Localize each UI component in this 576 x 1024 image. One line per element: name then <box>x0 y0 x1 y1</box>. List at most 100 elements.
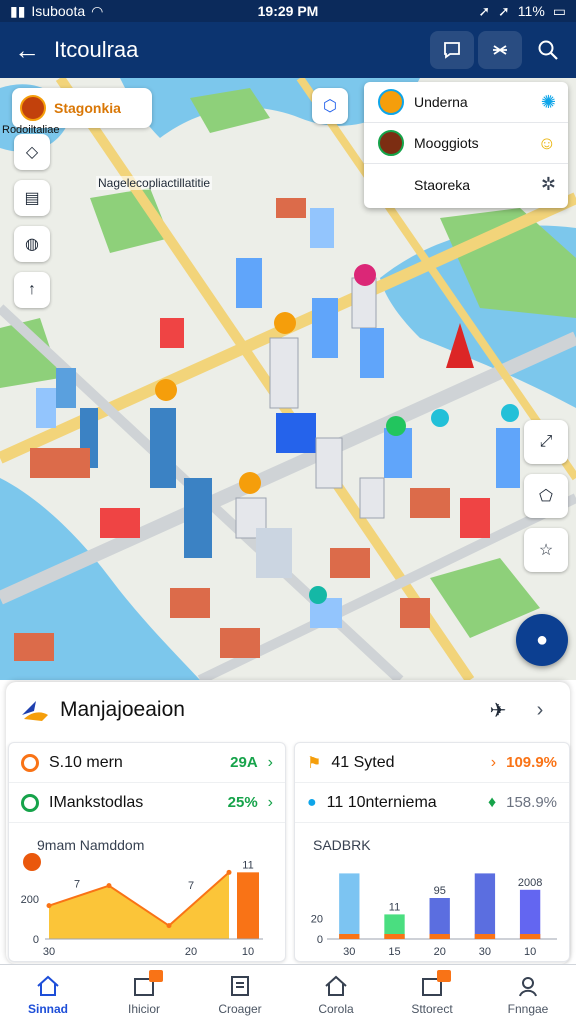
battery-label: 11% <box>517 3 545 19</box>
tab-clipboard[interactable]: Croager <box>192 965 288 1024</box>
stat-row[interactable]: S.10 mern 29A › <box>9 743 285 783</box>
pin-button[interactable]: ✈ <box>482 694 514 726</box>
stat-value: 29A <box>230 754 258 771</box>
bar-base <box>429 934 450 939</box>
bar-base <box>474 934 496 939</box>
pushpin-icon: ✈ <box>489 699 507 722</box>
location-dot-icon: ● <box>307 793 317 811</box>
layer-thumb-icon <box>378 130 404 156</box>
tab-label: Ihicior <box>127 1001 160 1016</box>
map-tool-compass[interactable]: ↑ <box>14 272 50 308</box>
y-tick-label: 0 <box>317 934 323 946</box>
map-tool-directions[interactable]: ⤢ <box>524 420 568 464</box>
city-map[interactable]: Stagonkia Rodoiltaliae Nagelecopliactill… <box>0 78 576 680</box>
tab-label: Sttorect <box>411 1001 453 1016</box>
map-left-toolbar: ◇ ▤ ◍ ↑ <box>14 134 50 308</box>
stat-row[interactable]: ⚑ 41 Syted › 109.9% <box>295 743 569 783</box>
back-button[interactable]: ← <box>0 22 54 78</box>
pin-icon: ◍ <box>25 236 39 253</box>
data-label: 2008 <box>518 877 542 889</box>
bar <box>519 889 541 939</box>
stat-row[interactable]: IMankstodlas 25% › <box>9 783 285 823</box>
signal-icon: ▮▮ <box>10 2 26 19</box>
calendar-icon <box>419 969 451 998</box>
map-tool-shape[interactable]: ⬠ <box>524 474 568 518</box>
notification-badge <box>149 969 163 982</box>
map-pin-orange <box>155 379 177 401</box>
x-tick-label: 30 <box>43 946 55 958</box>
stat-row[interactable]: ● 11 10nterniema ♦ 158.9% <box>295 783 569 823</box>
layer-row[interactable]: Staoreka ✲ <box>364 164 568 205</box>
tab-home[interactable]: Sinnad <box>0 965 96 1024</box>
polygon-icon: ⬠ <box>539 488 553 505</box>
map-tool-pin[interactable]: ◍ <box>14 226 50 262</box>
location-chip[interactable]: Stagonkia <box>12 88 152 128</box>
data-label: 7 <box>188 880 194 892</box>
puzzle-icon: ✲ <box>540 174 556 194</box>
bar-base <box>384 934 405 939</box>
layer-name: Mooggiots <box>414 135 479 151</box>
map-street-label: Nagelecopliactillatitie <box>96 176 213 190</box>
bar-base <box>519 934 541 939</box>
x-tick-label: 20 <box>434 946 446 958</box>
chevron-right-icon: › <box>267 793 273 811</box>
tools-button[interactable] <box>478 31 522 69</box>
bar <box>429 898 450 939</box>
layer-thumb-icon <box>378 89 404 115</box>
layer-name: Underna <box>414 94 468 110</box>
chevron-right-icon: › <box>536 698 544 721</box>
compass-icon: ↑ <box>28 281 36 298</box>
data-label: 7 <box>74 879 80 891</box>
tab-profile[interactable]: Fnngae <box>480 965 576 1024</box>
chevron-right-icon: › <box>267 753 273 771</box>
chat-button[interactable] <box>430 31 474 69</box>
data-point <box>226 869 232 875</box>
tab-history[interactable]: Ihicior <box>96 965 192 1024</box>
map-route-button[interactable]: ⬡ <box>312 88 348 124</box>
layer-row[interactable]: Mooggiots ☺ <box>364 123 568 164</box>
map-pin-teal <box>309 586 327 604</box>
status-time: 19:29 PM <box>257 3 319 19</box>
calendar-icon <box>131 969 163 998</box>
floating-action-button[interactable]: ● <box>516 614 568 666</box>
highlight-bar <box>237 872 259 939</box>
map-tool-favorite[interactable]: ☆ <box>524 528 568 572</box>
y-tick-label: 0 <box>33 934 39 946</box>
tab-schedule[interactable]: Sttorect <box>384 965 480 1024</box>
x-tick-label: 10 <box>524 946 536 958</box>
route-icon: ⬡ <box>323 98 337 115</box>
bar <box>339 873 360 939</box>
expand-button[interactable]: › <box>524 694 556 726</box>
left-chart: 200 0 7 7 11 30 20 10 <box>21 859 263 958</box>
stat-label: 11 10nterniema <box>326 793 437 811</box>
location-arrow-icon: ➚ <box>478 2 491 19</box>
data-label: 11 <box>389 901 400 913</box>
map-pin-orange <box>274 312 296 334</box>
layer-thumb-icon <box>378 172 404 198</box>
back-arrow-icon: ← <box>14 34 40 65</box>
location-badge-icon <box>20 95 46 121</box>
map-pin-orange <box>239 472 261 494</box>
tab-house[interactable]: Corola <box>288 965 384 1024</box>
house-icon <box>323 974 349 998</box>
map-tool-layers[interactable]: ◇ <box>14 134 50 170</box>
battery-icon: ▭ <box>552 2 566 19</box>
data-point <box>46 903 52 909</box>
chat-square-icon <box>444 42 460 59</box>
stat-value: 158.9% <box>506 794 557 811</box>
map-tool-document[interactable]: ▤ <box>14 180 50 216</box>
layer-panel: Underna ✺ Mooggiots ☺ Staoreka ✲ <box>364 82 568 208</box>
map-right-toolbar: ⤢ ⬠ ☆ <box>524 420 568 572</box>
carrier-label: Isuboota <box>31 3 86 19</box>
layer-row[interactable]: Underna ✺ <box>364 82 568 123</box>
search-button[interactable] <box>526 31 570 69</box>
stat-dot-icon <box>21 793 39 812</box>
search-icon <box>538 40 558 60</box>
stat-label: S.10 mern <box>49 753 123 771</box>
stat-value: 25% <box>227 794 258 811</box>
navigation-icon: ➚ <box>498 2 510 19</box>
trend-arrow-icon: › <box>490 753 497 771</box>
stat-label: IMankstodlas <box>49 793 144 811</box>
people-icon: ⚑ <box>307 754 322 772</box>
network-icon: ✺ <box>540 91 556 112</box>
